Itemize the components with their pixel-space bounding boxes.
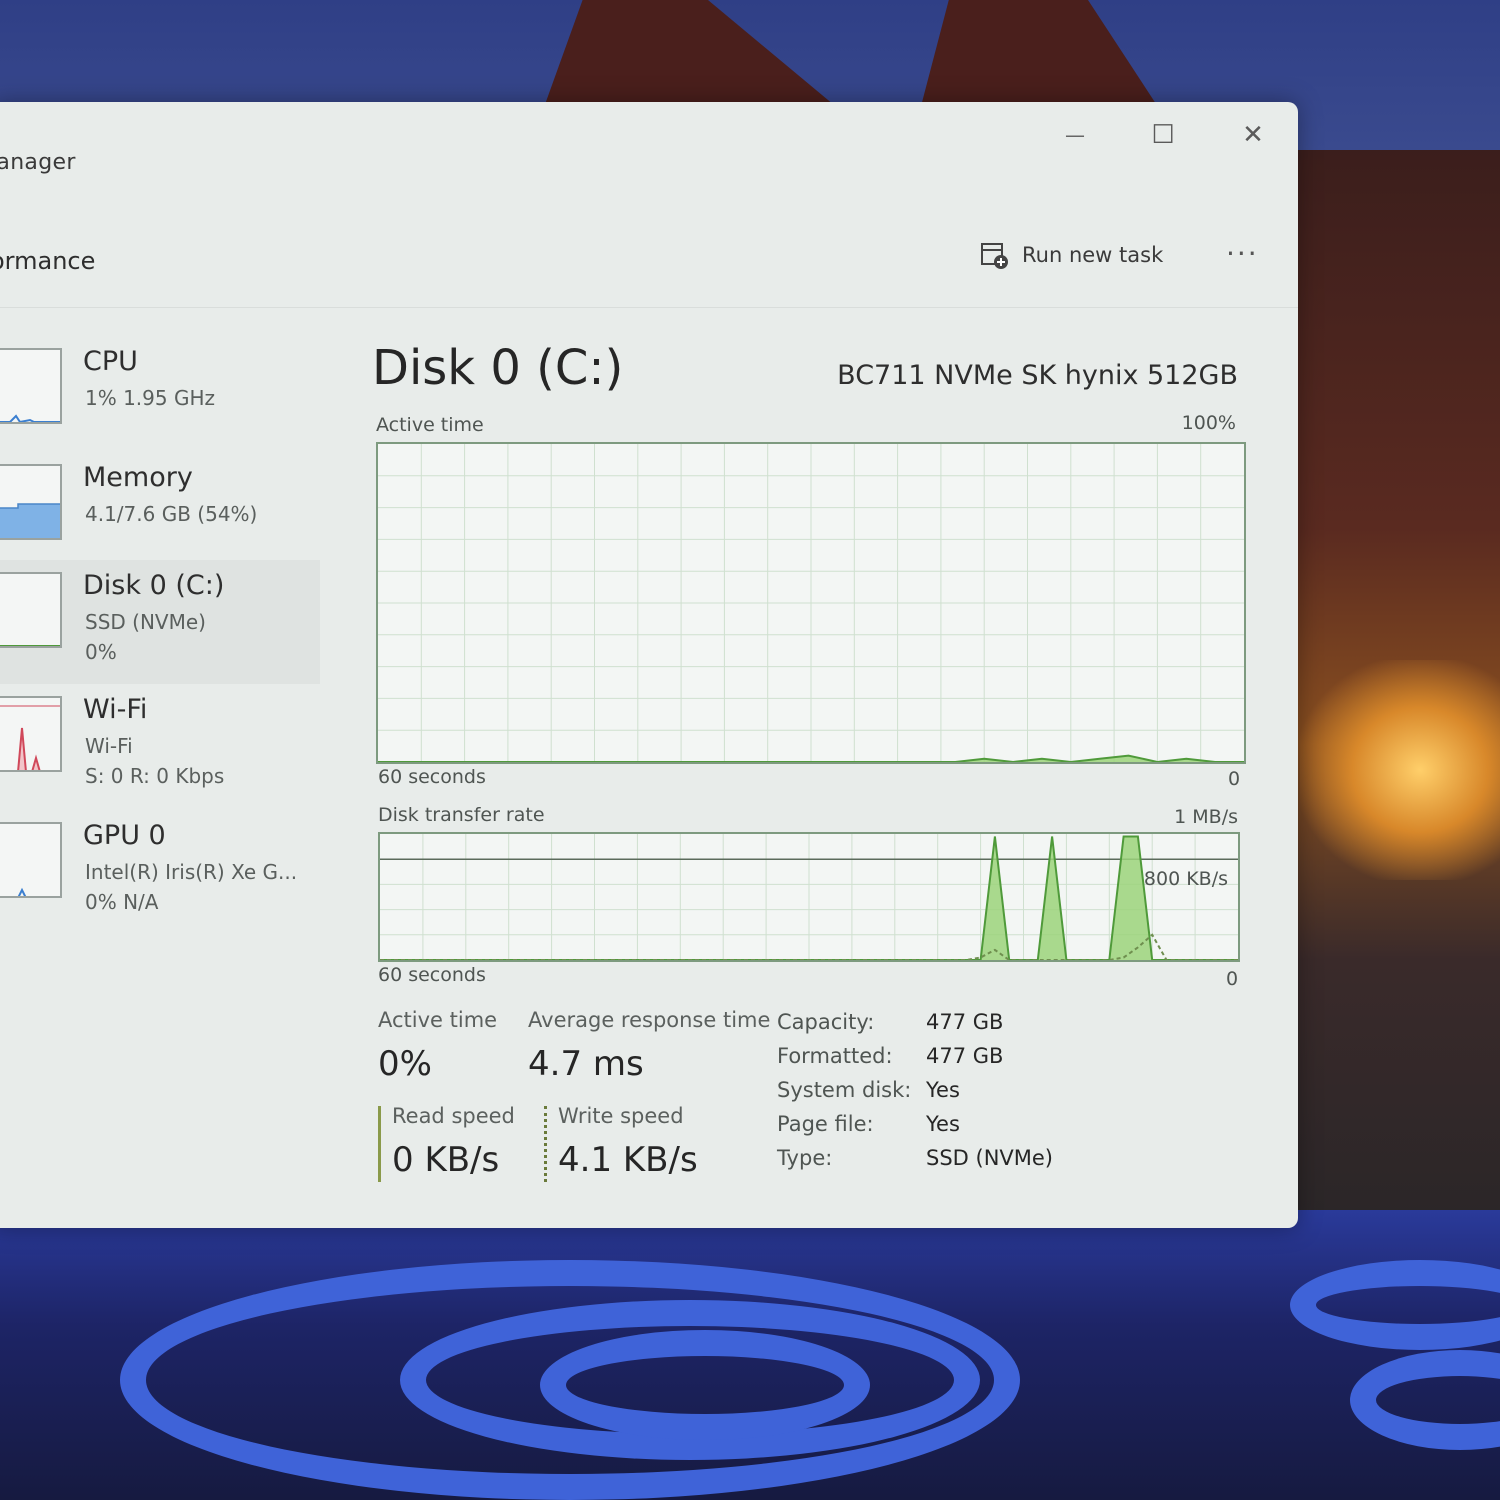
close-icon: ✕ (1242, 120, 1264, 150)
avg-response-label: Average response time (528, 1008, 771, 1032)
active-time-x-left: 60 seconds (378, 766, 486, 788)
transfer-rate-x-left: 60 seconds (378, 964, 486, 986)
minimize-icon: — (1065, 123, 1085, 147)
maximize-button[interactable]: ☐ (1140, 118, 1186, 152)
maximize-icon: ☐ (1151, 120, 1175, 150)
memory-thumbnail-graph (0, 464, 62, 540)
disk-model: BC711 NVMe SK hynix 512GB (837, 360, 1238, 391)
wifi-thumbnail-line (17, 727, 41, 770)
transfer-rate-graph-svg (380, 834, 1238, 960)
write-speed-value: 4.1 KB/s (558, 1140, 698, 1180)
sidebar-item-gpu[interactable]: GPU 0 Intel(R) Iris(R) Xe G... 0% N/A (0, 810, 320, 934)
transfer-rate-chart-max: 1 MB/s (1174, 806, 1238, 828)
gpu-thumbnail-graph (0, 822, 62, 898)
system-disk-value: Yes (926, 1078, 960, 1102)
avg-response-value: 4.7 ms (528, 1044, 644, 1084)
sidebar-item-name: CPU (83, 346, 138, 377)
task-manager-window: lanager — ☐ ✕ ormance Run new task (0, 102, 1298, 1228)
app-title: lanager (0, 150, 76, 175)
sidebar-item-detail: Wi-Fi (85, 734, 133, 758)
sidebar-item-wifi[interactable]: Wi-Fi Wi-Fi S: 0 R: 0 Kbps (0, 684, 320, 808)
sidebar-item-cpu[interactable]: CPU 1% 1.95 GHz (0, 336, 320, 454)
cpu-thumbnail-line (0, 414, 60, 422)
formatted-value: 477 GB (926, 1044, 1004, 1068)
read-speed-value: 0 KB/s (392, 1140, 500, 1180)
wallpaper-roof-left (543, 0, 840, 110)
type-value: SSD (NVMe) (926, 1146, 1054, 1170)
sidebar-item-memory[interactable]: Memory 4.1/7.6 GB (54%) (0, 452, 320, 570)
sidebar-item-detail: Intel(R) Iris(R) Xe G... (85, 860, 298, 884)
sidebar-item-detail: SSD (NVMe) (85, 610, 206, 634)
cpu-thumbnail-graph (0, 348, 62, 424)
memory-thumbnail-area (0, 503, 60, 538)
sidebar-item-usage: 0% (85, 640, 117, 664)
transfer-rate-chart-label: Disk transfer rate (378, 804, 545, 826)
sidebar-item-name: Wi-Fi (83, 694, 148, 725)
run-new-task-button[interactable]: Run new task (980, 241, 1163, 269)
active-time-stat-value: 0% (378, 1044, 432, 1084)
read-speed-label: Read speed (392, 1104, 515, 1128)
write-speed-legend-bar (544, 1106, 547, 1182)
read-speed-legend-bar (378, 1106, 381, 1182)
active-time-x-right: 0 (1228, 768, 1241, 790)
more-icon: ··· (1226, 237, 1259, 270)
active-time-chart-max: 100% (1181, 412, 1236, 434)
close-button[interactable]: ✕ (1230, 118, 1276, 152)
active-time-graph-svg (378, 444, 1244, 762)
minimize-button[interactable]: — (1052, 118, 1098, 152)
sidebar-item-usage: 0% N/A (85, 890, 159, 914)
gpu-thumbnail-line (17, 887, 27, 896)
wallpaper-ring (540, 1330, 870, 1440)
sidebar-item-name: Disk 0 (C:) (83, 570, 225, 601)
disk-thumbnail-graph (0, 572, 62, 648)
capacity-value: 477 GB (926, 1010, 1004, 1034)
page-file-value: Yes (926, 1112, 960, 1136)
type-label: Type: (777, 1146, 833, 1170)
sidebar-item-disk[interactable]: Disk 0 (C:) SSD (NVMe) 0% (0, 560, 320, 684)
write-speed-label: Write speed (558, 1104, 684, 1128)
more-options-button[interactable]: ··· (1226, 237, 1259, 270)
sidebar-item-detail: 1% 1.95 GHz (85, 386, 216, 410)
run-new-task-icon (980, 241, 1008, 269)
sidebar-item-detail: 4.1/7.6 GB (54%) (85, 502, 258, 526)
transfer-rate-x-right: 0 (1226, 968, 1239, 990)
system-disk-label: System disk: (777, 1078, 912, 1102)
wallpaper-lights (1300, 660, 1500, 880)
capacity-label: Capacity: (777, 1010, 875, 1034)
transfer-rate-scale-line-label: 800 KB/s (1143, 868, 1228, 890)
section-title: ormance (0, 247, 96, 275)
page-title: Disk 0 (C:) (372, 340, 624, 396)
active-time-stat-label: Active time (378, 1008, 498, 1032)
wifi-thumbnail-graph (0, 696, 62, 772)
sidebar-item-throughput: S: 0 R: 0 Kbps (85, 764, 225, 788)
transfer-rate-graph: 800 KB/s (378, 832, 1240, 962)
active-time-graph (376, 442, 1246, 764)
page-file-label: Page file: (777, 1112, 874, 1136)
formatted-label: Formatted: (777, 1044, 893, 1068)
toolbar: ormance Run new task ··· (0, 207, 1298, 308)
run-new-task-label: Run new task (1022, 243, 1164, 267)
sidebar-item-name: GPU 0 (83, 820, 166, 851)
title-bar: lanager — ☐ ✕ (0, 102, 1298, 207)
sidebar-item-name: Memory (83, 462, 193, 493)
wallpaper-roof-right (920, 0, 1160, 110)
active-time-chart-label: Active time (376, 414, 484, 436)
